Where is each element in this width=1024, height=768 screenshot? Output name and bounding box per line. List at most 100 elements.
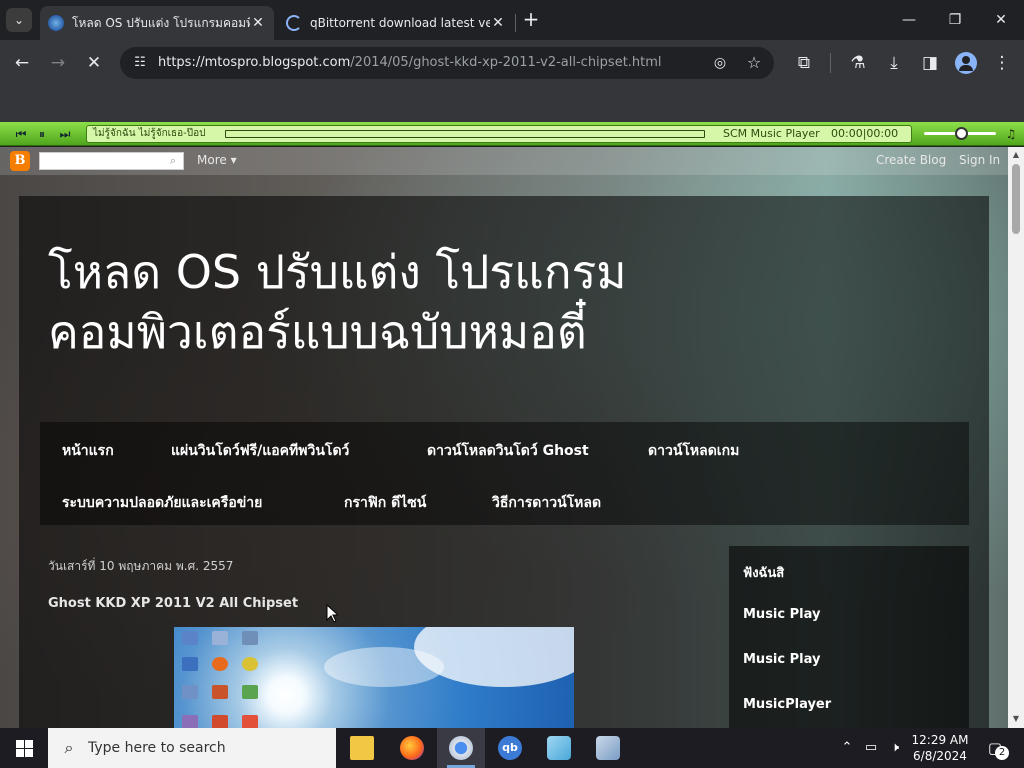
desktop-icon	[242, 631, 258, 645]
page-viewport: B ⌕ More ▾ Create Blog Sign In โหลด OS ป…	[0, 147, 1008, 728]
desktop-icon	[212, 715, 228, 728]
firefox-desktop-icon	[212, 657, 228, 671]
restore-button[interactable]: ❐	[932, 0, 978, 40]
chrome-taskbar-icon[interactable]	[437, 728, 485, 768]
nav-free-windows[interactable]: แผ่นวินโดว์ฟรี/แอคทีพวินโดว์	[171, 440, 349, 462]
sidebar-item[interactable]: ฟังฉันสิ	[743, 562, 784, 583]
desktop-icon	[242, 715, 258, 728]
chrome-desktop-icon	[242, 657, 258, 671]
scrollbar-thumb[interactable]	[1012, 164, 1020, 234]
mouse-cursor-icon	[326, 604, 338, 623]
tab-divider	[515, 14, 516, 32]
nav-home[interactable]: หน้าแรก	[62, 440, 114, 462]
tab-qbittorrent[interactable]: qBittorrent download latest ve ✕	[278, 6, 514, 40]
show-hidden-icons-chevron-icon[interactable]: ⌃	[838, 728, 856, 768]
blog-search-input[interactable]: ⌕	[39, 152, 184, 170]
post-screenshot-image[interactable]	[174, 627, 574, 728]
qbittorrent-taskbar-icon[interactable]: qb	[486, 728, 534, 768]
nav-games[interactable]: ดาวน์โหลดเกม	[648, 440, 739, 462]
close-tab-icon[interactable]: ✕	[490, 15, 506, 31]
windows-taskbar: ⌕ Type here to search qb ⌃ ▭ 🕨 12:29 AM …	[0, 728, 1024, 768]
player-name: SCM Music Player	[723, 127, 820, 140]
tracking-protection-icon[interactable]: ◎	[708, 51, 732, 75]
clock-time: 12:29 AM	[911, 733, 969, 747]
create-blog-link[interactable]: Create Blog	[876, 153, 946, 167]
stop-loading-button[interactable]: ✕	[80, 49, 108, 77]
address-bar[interactable]: ☷ https://mtospro.blogspot.com/2014/05/g…	[120, 47, 774, 79]
menu-kebab-icon[interactable]: ⋮	[988, 49, 1016, 77]
nav-security-network[interactable]: ระบบความปลอดภัยและเครือข่าย	[62, 492, 262, 514]
search-icon: ⌕	[64, 738, 74, 757]
tab-title: โหลด OS ปรับแต่ง โปรแกรมคอมพิวเ	[72, 15, 250, 30]
site-info-icon[interactable]: ☷	[128, 51, 152, 75]
minimize-button[interactable]: —	[886, 0, 932, 40]
page-scrollbar[interactable]: ▲ ▼	[1008, 147, 1024, 728]
forward-button[interactable]: →	[44, 49, 72, 77]
blogger-navbar: B ⌕ More ▾ Create Blog Sign In	[0, 147, 1008, 175]
taskbar-clock[interactable]: 12:29 AM 6/8/2024	[900, 732, 980, 764]
previous-track-icon[interactable]: ⏮	[14, 125, 28, 143]
blog-sidebar: ฟังฉันสิ Music Play Music Play MusicPlay…	[729, 546, 969, 728]
tab-title: qBittorrent download latest ve	[310, 16, 490, 30]
scroll-up-arrow-icon[interactable]: ▲	[1008, 149, 1024, 161]
desktop-icon	[182, 657, 198, 671]
notification-center-icon[interactable]: ▢ 2	[982, 736, 1009, 760]
playlist-icon[interactable]: ♫	[1002, 125, 1020, 143]
search-icon[interactable]: ⌕	[166, 153, 180, 169]
next-track-icon[interactable]: ⏭	[58, 125, 72, 143]
loading-favicon-icon	[286, 15, 302, 31]
taskbar-search-placeholder: Type here to search	[88, 740, 226, 756]
extensions-icon[interactable]: ⧉	[790, 49, 818, 77]
taskbar-search[interactable]: ⌕ Type here to search	[48, 728, 336, 768]
notepad-taskbar-icon[interactable]	[535, 728, 583, 768]
labs-flask-icon[interactable]: ⚗	[844, 49, 872, 77]
back-button[interactable]: ←	[8, 49, 36, 77]
blog-title[interactable]: โหลด OS ปรับแต่ง โปรแกรม คอมพิวเตอร์แบบฉ…	[48, 242, 808, 362]
nav-how-to-download[interactable]: วิธีการดาวน์โหลด	[492, 492, 601, 514]
post-date: วันเสาร์ที่ 10 พฤษภาคม พ.ศ. 2557	[48, 559, 234, 573]
player-time: 00:00|00:00	[831, 127, 899, 140]
volume-slider-knob[interactable]	[955, 127, 968, 140]
sidebar-item[interactable]: Music Play	[743, 607, 820, 622]
control-panel-taskbar-icon[interactable]	[584, 728, 632, 768]
blog-title-line-2: คอมพิวเตอร์แบบฉบับหมอตี๋	[48, 305, 587, 359]
bookmark-star-icon[interactable]: ☆	[742, 51, 766, 75]
new-tab-button[interactable]: +	[519, 8, 543, 32]
download-icon[interactable]: ⤓	[880, 49, 908, 77]
side-panel-icon[interactable]: ◨	[916, 49, 944, 77]
file-explorer-taskbar-icon[interactable]	[338, 728, 386, 768]
nav-ghost-windows[interactable]: ดาวน์โหลดวินโดว์ Ghost	[427, 440, 589, 462]
desktop-icon	[182, 715, 198, 728]
more-menu-button[interactable]: More ▾	[197, 153, 237, 167]
post-title[interactable]: Ghost KKD XP 2011 V2 All Chipset	[48, 596, 298, 611]
pause-icon[interactable]: ⏸	[35, 125, 49, 143]
sign-in-link[interactable]: Sign In	[959, 153, 1000, 167]
tab-mtospro[interactable]: โหลด OS ปรับแต่ง โปรแกรมคอมพิวเ ✕	[40, 6, 274, 40]
notification-count-badge: 2	[995, 746, 1009, 760]
blog-title-line-1: โหลด OS ปรับแต่ง โปรแกรม	[48, 245, 627, 299]
firefox-taskbar-icon[interactable]	[388, 728, 436, 768]
close-tab-icon[interactable]: ✕	[250, 15, 266, 31]
sidebar-item[interactable]: Music Play	[743, 652, 820, 667]
tab-strip: ⌄ โหลด OS ปรับแต่ง โปรแกรมคอมพิวเ ✕ qBit…	[0, 0, 1024, 40]
desktop-icon	[212, 631, 228, 645]
browser-toolbar: ← → ✕ ☷ https://mtospro.blogspot.com/201…	[0, 40, 1024, 86]
clock-date: 6/8/2024	[913, 749, 967, 763]
profile-avatar-icon[interactable]	[955, 52, 977, 74]
blogger-logo-icon[interactable]: B	[10, 151, 30, 171]
blog-content: โหลด OS ปรับแต่ง โปรแกรม คอมพิวเตอร์แบบฉ…	[19, 196, 989, 728]
blog-nav-menu: หน้าแรก แผ่นวินโดว์ฟรี/แอคทีพวินโดว์ ดาว…	[40, 422, 969, 525]
scroll-down-arrow-icon[interactable]: ▼	[1008, 713, 1024, 725]
windows-logo-icon	[16, 740, 24, 748]
desktop-icon	[212, 685, 228, 699]
url-text: https://mtospro.blogspot.com/2014/05/gho…	[158, 55, 662, 70]
player-display: ไม่รู้จักฉัน ไม่รู้จักเธอ-ป๊อป SCM Music…	[86, 125, 912, 143]
start-button[interactable]	[0, 728, 48, 768]
network-icon[interactable]: ▭	[860, 728, 882, 768]
nav-graphic-design[interactable]: กราฟิก ดีไซน์	[344, 492, 426, 514]
track-progress-bar[interactable]	[225, 130, 705, 138]
sidebar-item[interactable]: MusicPlayer	[743, 697, 831, 712]
desktop-icon	[182, 685, 198, 699]
tab-search-button[interactable]: ⌄	[6, 8, 32, 32]
close-window-button[interactable]: ✕	[978, 0, 1024, 40]
